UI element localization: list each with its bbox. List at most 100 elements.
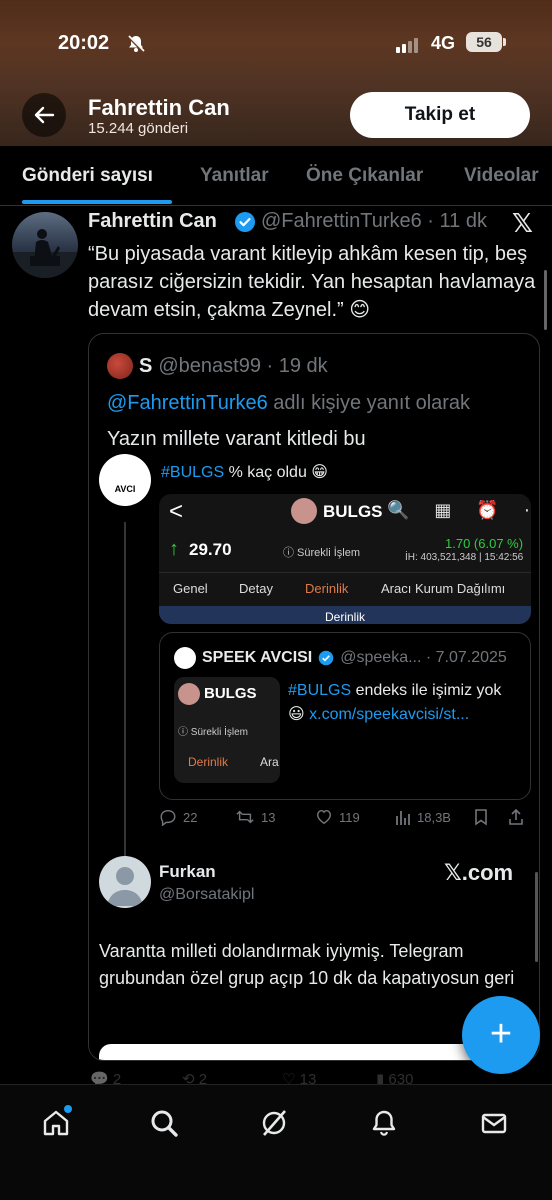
reply-author-name: Furkan	[159, 862, 216, 881]
embedded-screenshot[interactable]: AVCI #BULGS % kaç oldu 😁 < BULGS 🔍 ▦ ⏰ ⋯…	[89, 454, 539, 1060]
tab-posts[interactable]: Gönderi sayısı	[22, 165, 153, 187]
avatar	[174, 647, 196, 669]
nested-quote-text: #BULGS endeks ile işimiz yok 😃 x.com/spe…	[288, 679, 520, 727]
search-icon[interactable]	[144, 1103, 184, 1143]
quoted-author-handle: @benast99 · 19 dk	[158, 354, 328, 377]
nested-quote-thumbnail: BULGS ⓘ Sürekli İşlem Derinlik Ara	[174, 677, 280, 783]
tab-highlights[interactable]: Öne Çıkanlar	[306, 165, 423, 187]
avatar	[99, 856, 151, 908]
repost-count-value: 13	[261, 809, 276, 825]
embedded-scrollbar	[535, 872, 538, 962]
arrow-left-icon	[34, 106, 55, 124]
nested-author-name: SPEEK AVCISI	[202, 649, 313, 666]
tweet-author-name[interactable]: Fahrettin Can	[88, 210, 217, 233]
hashtag-link: #BULGS	[288, 682, 352, 699]
reply-author-handle: @Borsatakipl	[159, 886, 255, 903]
quoted-tweet[interactable]: S @benast99 · 19 dk @FahrettinTurke6 adl…	[88, 333, 540, 1061]
reply-mention-link[interactable]: @FahrettinTurke6	[107, 392, 268, 414]
stock-app-screenshot: < BULGS 🔍 ▦ ⏰ ⋯ ↑ 29.70 ⓘ Sürekli İşlem …	[159, 494, 531, 624]
stock-symbol: BULGS	[323, 502, 383, 521]
nested-quote-link: x.com/speekavcisi/st...	[309, 706, 470, 723]
home-icon[interactable]	[36, 1103, 76, 1143]
network-type: 4G	[431, 33, 456, 53]
verified-badge-icon	[234, 211, 256, 238]
active-tab-indicator	[22, 200, 172, 204]
avatar: AVCI	[99, 454, 151, 506]
profile-header: 20:02 4G 56 Fahrettin Can 15.244 gönderi…	[0, 0, 552, 146]
mail-icon[interactable]	[474, 1103, 514, 1143]
tab-videos[interactable]: Videolar	[464, 165, 539, 187]
tweet-text: “Bu piyasada varant kitleyip ahkâm kesen…	[88, 243, 536, 321]
app-tab: Aracı Kurum Dağılımı	[381, 581, 506, 596]
default-avatar-icon	[107, 867, 143, 906]
depth-band: Derinlik	[159, 606, 531, 624]
x-logo-icon: 𝕏	[512, 208, 533, 238]
reply-context: @FahrettinTurke6 adlı kişiye yanıt olara…	[107, 392, 470, 415]
volume-time: İH: 403,521,348 | 15:42:56	[405, 552, 524, 563]
tab-replies[interactable]: Yanıtlar	[200, 165, 269, 187]
thumb-status: ⓘ Sürekli İşlem	[178, 727, 249, 738]
embedded-action-row: 22 13 119 18,3B	[159, 808, 531, 832]
scrollbar[interactable]	[544, 270, 547, 330]
bell-off-icon	[126, 34, 146, 59]
notifications-bell-icon[interactable]	[364, 1103, 404, 1143]
repost-icon	[236, 810, 254, 824]
like-count-value: 119	[339, 809, 360, 825]
tweet-handle-time: @FahrettinTurke6 · 11 dk	[261, 210, 487, 232]
quoted-author-name: S	[139, 354, 153, 377]
thumb-tab-next: Ara	[260, 755, 279, 769]
battery-icon: 56	[466, 32, 506, 52]
reply-context-text: adlı kişiye yanıt olarak	[267, 392, 471, 414]
back-button[interactable]	[22, 93, 66, 137]
notification-dot	[64, 1105, 72, 1113]
compose-button[interactable]: +	[462, 996, 540, 1074]
app-tab: Detay	[239, 581, 273, 596]
stock-logo-icon	[178, 683, 200, 705]
status-time: 20:02	[58, 32, 110, 54]
app-tab: Derinlik	[305, 581, 349, 596]
thumb-title: BULGS	[204, 685, 257, 702]
hashtag-link: #BULGS	[161, 464, 225, 481]
nested-quote-header: SPEEK AVCISI @speeka... · 7.07.2025	[174, 647, 507, 669]
avatar	[107, 353, 133, 379]
thumb-tab: Derinlik	[188, 755, 229, 769]
stock-logo-icon	[291, 498, 317, 524]
reply-count-value: 22	[183, 809, 198, 825]
reply-count: 22	[159, 808, 197, 826]
app-tabs: Genel Detay Derinlik Aracı Kurum Dağılım…	[159, 572, 531, 604]
status-bar: 20:02 4G 56	[0, 32, 552, 58]
profile-tabs: Gönderi sayısı Yanıtlar Öne Çıkanlar Vid…	[0, 146, 552, 206]
avatar-image	[12, 229, 78, 278]
avatar[interactable]	[12, 212, 78, 278]
nested-quoted-tweet: SPEEK AVCISI @speeka... · 7.07.2025 BULG…	[159, 632, 531, 800]
app-tab: Genel	[173, 581, 208, 596]
chevron-left-icon: <	[169, 498, 184, 525]
repost-count: 13	[235, 808, 275, 826]
signal-icon	[396, 38, 418, 53]
price-change: 1.70 (6.07 %)	[445, 536, 524, 551]
view-count: 18,3B	[395, 808, 451, 826]
bookmark-icon	[473, 808, 489, 826]
grok-icon[interactable]	[254, 1103, 294, 1143]
view-count-value: 18,3B	[417, 809, 451, 825]
verified-badge-icon	[318, 650, 334, 666]
profile-name: Fahrettin Can	[88, 95, 230, 120]
stock-price: 29.70	[189, 540, 232, 559]
app-toolbar-icons: 🔍 ▦ ⏰ ⋯	[387, 500, 531, 520]
views-icon	[396, 811, 410, 825]
trading-status: ⓘ Sürekli İşlem	[283, 547, 361, 559]
heart-icon	[316, 809, 332, 825]
follow-button[interactable]: Takip et	[350, 92, 530, 138]
post-count: 15.244 gönderi	[88, 120, 189, 137]
quoted-tweet-header: S @benast99 · 19 dk	[107, 352, 328, 380]
arrow-up-icon: ↑	[169, 538, 179, 560]
like-count: 119	[315, 808, 360, 826]
nested-author-handle: @speeka... · 7.07.2025	[340, 649, 507, 666]
embedded-tweet-text: #BULGS % kaç oldu 😁	[161, 462, 328, 482]
embedded-tweet-rest: % kaç oldu 😁	[224, 464, 328, 481]
thread-line	[124, 522, 126, 902]
app-topbar: < BULGS 🔍 ▦ ⏰ ⋯	[159, 494, 531, 530]
embedded-sheet-edge	[99, 1044, 479, 1060]
share-icon	[507, 808, 525, 826]
price-row: ↑ 29.70 ⓘ Sürekli İşlem 1.70 (6.07 %) İH…	[159, 534, 531, 568]
